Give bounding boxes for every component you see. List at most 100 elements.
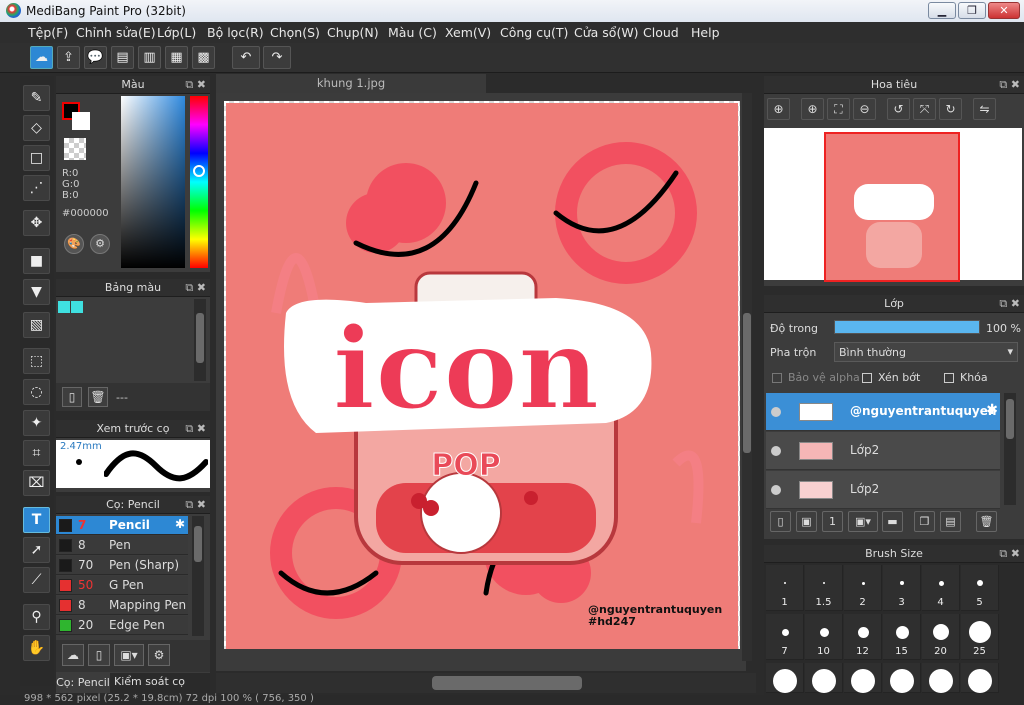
move-tool-icon[interactable]: ✥: [23, 210, 50, 236]
palette-scrollbar[interactable]: [194, 299, 206, 381]
brush-size-option[interactable]: 2: [844, 565, 882, 611]
operation-tool-icon[interactable]: ➚: [23, 537, 50, 563]
delete-layer-icon[interactable]: 🗑: [976, 511, 997, 532]
navigator-preview[interactable]: [764, 128, 1022, 282]
protect-alpha-checkbox[interactable]: [772, 373, 782, 383]
settings-gear-icon[interactable]: ✱: [986, 402, 998, 418]
palette-icon[interactable]: 🎨: [64, 234, 84, 254]
brush-size-option[interactable]: [805, 663, 843, 693]
menu-filter[interactable]: Bộ lọc(R): [207, 25, 264, 40]
settings-gear-icon[interactable]: ✱: [175, 517, 185, 531]
canvas-hscroll-thumb[interactable]: [432, 676, 582, 690]
eraser-tool-icon[interactable]: ◇: [23, 115, 50, 141]
brush-cloud-icon[interactable]: ☁: [62, 644, 84, 666]
select-eraser-tool-icon[interactable]: ⌧: [23, 470, 50, 496]
undo-icon[interactable]: ↶: [232, 46, 260, 69]
new-layer-icon[interactable]: ▯: [770, 511, 791, 532]
hue-handle[interactable]: [193, 165, 205, 177]
menu-view[interactable]: Xem(V): [445, 25, 491, 40]
zoom-out-icon[interactable]: ⊖: [853, 98, 876, 120]
menu-cloud[interactable]: Cloud: [643, 25, 679, 40]
eye-icon[interactable]: [771, 407, 781, 417]
brush-size-option[interactable]: [844, 663, 882, 693]
brush-size-option[interactable]: 15: [883, 614, 921, 660]
minimize-button[interactable]: ▁: [928, 2, 956, 19]
brush-size-option[interactable]: 10: [805, 614, 843, 660]
gradient-tool-icon[interactable]: ▧: [23, 312, 50, 338]
rectangle-tool-icon[interactable]: □: [23, 145, 50, 171]
menu-capture[interactable]: Chụp(N): [327, 25, 379, 40]
eyedropper-tool-icon[interactable]: ⚲: [23, 604, 50, 630]
dot-tool-icon[interactable]: ⋰: [23, 175, 50, 201]
document-tab[interactable]: khung 1.jpg: [216, 74, 486, 93]
lock-checkbox[interactable]: [944, 373, 954, 383]
new-palette-icon[interactable]: ▯: [62, 387, 82, 407]
saturation-value-picker[interactable]: [121, 96, 185, 268]
rotate-left-icon[interactable]: ↺: [887, 98, 910, 120]
brush-size-option[interactable]: 7: [766, 614, 804, 660]
zoom-in-2-icon[interactable]: ⊕: [801, 98, 824, 120]
menu-tools[interactable]: Công cụ(T): [500, 25, 568, 40]
layer-row[interactable]: @nguyentrantuquyen ✱: [766, 393, 1000, 431]
menu-file[interactable]: Tệp(F): [28, 25, 68, 40]
clipping-checkbox[interactable]: [862, 373, 872, 383]
brush-size-option[interactable]: 12: [844, 614, 882, 660]
fit-screen-icon[interactable]: ⤧: [913, 98, 936, 120]
close-button[interactable]: ✕: [988, 2, 1020, 19]
menu-help[interactable]: Help: [691, 25, 720, 40]
brush-size-option[interactable]: [883, 663, 921, 693]
layer-row[interactable]: Lớp2: [766, 432, 1000, 470]
layer-row[interactable]: Lớp2: [766, 471, 1000, 509]
hue-slider[interactable]: [190, 96, 208, 268]
brush-list-scrollbar[interactable]: [192, 516, 204, 636]
new-brush-icon[interactable]: ▯: [88, 644, 110, 666]
canvas-vscroll[interactable]: [742, 93, 752, 661]
brush-size-option[interactable]: 4: [922, 565, 960, 611]
brush-settings-icon[interactable]: ⚙: [148, 644, 170, 666]
flip-icon[interactable]: ⇋: [973, 98, 996, 120]
brush-item-pen-sharp[interactable]: 70 Pen (Sharp): [56, 556, 188, 575]
brush-size-option[interactable]: 1: [766, 565, 804, 611]
brush-size-option[interactable]: 25: [961, 614, 999, 660]
brush-item-g-pen[interactable]: 50 G Pen: [56, 576, 188, 595]
page-icon[interactable]: ▥: [138, 46, 161, 69]
cloud-icon[interactable]: ☁: [30, 46, 53, 69]
eye-icon[interactable]: [771, 446, 781, 456]
comment-icon[interactable]: ▤: [111, 46, 134, 69]
menu-color[interactable]: Màu (C): [388, 25, 437, 40]
lasso-tool-icon[interactable]: ◌: [23, 379, 50, 405]
menu-window[interactable]: Cửa sổ(W): [574, 25, 639, 40]
tab-brush[interactable]: Cọ: Pencil: [56, 673, 110, 693]
brush-tool-icon[interactable]: ✎: [23, 85, 50, 111]
brush-size-option[interactable]: [961, 663, 999, 693]
canvas-hscroll[interactable]: [216, 673, 756, 693]
rotate-right-icon[interactable]: ↻: [939, 98, 962, 120]
upload-icon[interactable]: ⇪: [57, 46, 80, 69]
menu-edit[interactable]: Chỉnh sửa(E): [76, 25, 156, 40]
palette-settings-icon[interactable]: ⚙: [90, 234, 110, 254]
brush-size-option[interactable]: 1.5: [805, 565, 843, 611]
text-tool-icon[interactable]: T: [23, 507, 50, 533]
brush-size-option[interactable]: 3: [883, 565, 921, 611]
folder-icon[interactable]: ▬: [882, 511, 903, 532]
redo-icon[interactable]: ↷: [263, 46, 291, 69]
palette-swatch[interactable]: [71, 301, 83, 313]
magic-wand-tool-icon[interactable]: ✦: [23, 410, 50, 436]
menu-select[interactable]: Chọn(S): [270, 25, 320, 40]
palette-swatch[interactable]: [58, 301, 70, 313]
tab-brush-control[interactable]: Kiểm soát cọ: [114, 675, 185, 688]
fill-rect-tool-icon[interactable]: ■: [23, 248, 50, 274]
canvas-area[interactable]: icon POP @nguyentrantuquyen #hd247: [216, 93, 752, 671]
panel-layout-icon[interactable]: ▦: [165, 46, 188, 69]
delete-palette-icon[interactable]: 🗑: [88, 387, 108, 407]
brush-size-option[interactable]: [766, 663, 804, 693]
brush-item-pen[interactable]: 8 Pen: [56, 536, 188, 555]
blend-mode-select[interactable]: Bình thường ▾: [834, 342, 1018, 362]
grid-icon[interactable]: ▩: [192, 46, 215, 69]
opacity-slider[interactable]: [834, 320, 980, 334]
menu-layer[interactable]: Lớp(L): [157, 25, 196, 40]
divide-tool-icon[interactable]: ⟋: [23, 567, 50, 593]
brush-add-dropdown-icon[interactable]: ▣▾: [114, 644, 144, 666]
zoom-in-icon[interactable]: ⊕: [767, 98, 790, 120]
new-1bit-layer-icon[interactable]: 1: [822, 511, 843, 532]
